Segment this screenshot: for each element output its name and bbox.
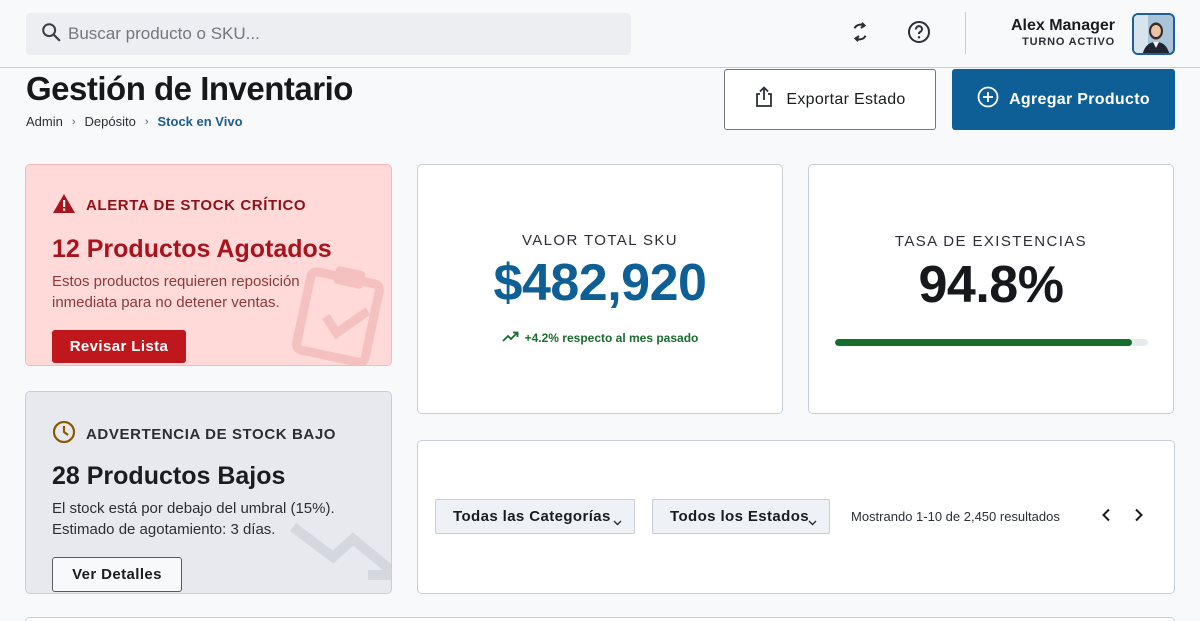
trending-up-icon (501, 331, 525, 345)
user-name: Alex Manager (1010, 17, 1115, 34)
chevron-down-icon (808, 513, 817, 530)
add-circle-icon (977, 86, 1009, 113)
breadcrumb-item-deposito[interactable]: Depósito (85, 114, 136, 129)
avatar[interactable] (1132, 13, 1175, 55)
divider (965, 12, 966, 54)
breadcrumb-item-admin[interactable]: Admin (26, 114, 63, 129)
upload-icon (754, 86, 786, 113)
top-bar: Alex Manager TURNO ACTIVO (0, 0, 1200, 68)
category-select-value: Todas las Categorías (453, 508, 611, 525)
help-button[interactable] (907, 20, 931, 49)
critical-alert-description: Estos productos requieren reposición inm… (52, 273, 300, 311)
view-details-button[interactable]: Ver Detalles (52, 557, 182, 592)
add-product-button[interactable]: Agregar Producto (952, 69, 1175, 130)
low-alert-description: El stock está por debajo del umbral (15%… (52, 500, 335, 538)
table-card-edge (25, 617, 1175, 621)
low-alert-heading: ADVERTENCIA DE STOCK BAJO (52, 420, 336, 448)
sku-trend: +4.2% respecto al mes pasado (418, 331, 782, 345)
export-status-label: Exportar Estado (786, 90, 906, 108)
chevron-left-icon (1101, 508, 1111, 527)
next-page-button[interactable] (1130, 508, 1148, 526)
sku-total-label: VALOR TOTAL SKU (521, 232, 679, 249)
stock-rate-value: 94.8% (918, 256, 1064, 314)
search-input[interactable] (68, 24, 588, 44)
previous-page-button[interactable] (1097, 508, 1115, 526)
breadcrumb-item-current: Stock en Vivo (157, 114, 243, 129)
stock-rate-progress-fill (835, 339, 1132, 346)
chevron-down-icon (613, 513, 622, 530)
chevron-right-icon: › (144, 115, 149, 128)
critical-alert-heading: ALERTA DE STOCK CRÍTICO (52, 193, 306, 218)
search-box[interactable] (26, 13, 631, 55)
page-title: Gestión de Inventario (26, 70, 353, 107)
user-status: TURNO ACTIVO (1022, 36, 1115, 48)
low-stock-warning-card: ADVERTENCIA DE STOCK BAJO 28 Productos B… (25, 391, 392, 594)
status-select[interactable]: Todos los Estados (652, 499, 830, 534)
sku-total-value: $482,920 (493, 254, 707, 312)
clock-icon (52, 420, 86, 448)
sku-trend-text: +4.2% respecto al mes pasado (524, 331, 699, 345)
chevron-right-icon: › (71, 115, 76, 128)
filter-bar: Todas las Categorías Todos los Estados M… (417, 440, 1175, 594)
critical-alert-heading-text: ALERTA DE STOCK CRÍTICO (86, 197, 307, 214)
chevron-right-icon (1134, 508, 1144, 527)
export-status-button[interactable]: Exportar Estado (724, 69, 936, 130)
sku-total-value-card: VALOR TOTAL SKU $482,920 +4.2% respecto … (417, 164, 783, 414)
results-count: Mostrando 1-10 de 2,450 resultados (851, 509, 1060, 524)
add-product-label: Agregar Producto (1009, 90, 1150, 108)
category-select[interactable]: Todas las Categorías (435, 499, 635, 534)
warning-icon (52, 193, 86, 218)
stock-rate-label: TASA DE EXISTENCIAS (894, 233, 1088, 250)
sync-button[interactable] (848, 21, 872, 48)
review-list-button[interactable]: Revisar Lista (52, 330, 186, 363)
critical-alert-title: 12 Productos Agotados (52, 235, 332, 263)
breadcrumb: Admin › Depósito › Stock en Vivo (26, 114, 243, 129)
critical-stock-alert-card: ALERTA DE STOCK CRÍTICO 12 Productos Ago… (25, 164, 392, 366)
status-select-value: Todos los Estados (670, 508, 810, 525)
low-alert-heading-text: ADVERTENCIA DE STOCK BAJO (86, 425, 337, 443)
stock-rate-progress-bar (835, 339, 1148, 346)
help-icon (907, 20, 931, 49)
search-icon (40, 21, 62, 48)
sync-icon (849, 21, 871, 48)
low-alert-title: 28 Productos Bajos (52, 462, 286, 490)
stock-rate-card: TASA DE EXISTENCIAS 94.8% (808, 164, 1174, 414)
